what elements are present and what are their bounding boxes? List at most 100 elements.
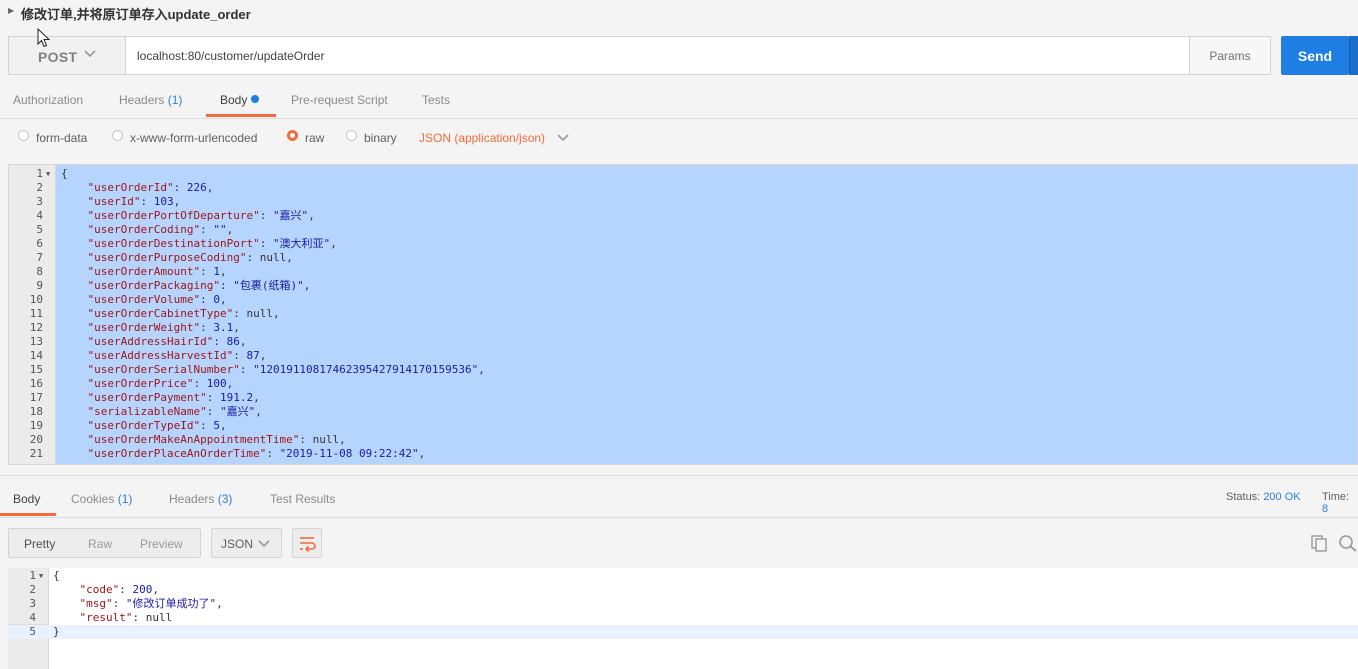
- url-input[interactable]: localhost:80/customer/updateOrder: [137, 49, 324, 63]
- code-line: 21 "userOrderPlaceAnOrderTime": "2019-11…: [9, 447, 1357, 461]
- json-brace: }: [53, 625, 60, 638]
- code-text: "userOrderPackaging": "包裹(纸箱)",: [61, 279, 311, 293]
- view-raw-button[interactable]: Raw: [88, 537, 112, 551]
- response-tabs: Body Cookies (1) Headers (3) Test Result…: [0, 484, 1358, 518]
- json-colon: :: [200, 293, 214, 306]
- json-colon: :: [112, 597, 126, 610]
- code-line: 3 "userId": 103,: [9, 195, 1357, 209]
- search-icon[interactable]: [1338, 534, 1358, 552]
- view-pretty-button[interactable]: Pretty: [24, 537, 55, 551]
- json-value: "1201911081746239542791417015953​6": [253, 363, 479, 376]
- line-number: 21: [29, 447, 43, 460]
- line-number: 5: [36, 223, 43, 236]
- json-colon: :: [233, 349, 247, 362]
- json-value: "嘉兴": [219, 405, 256, 418]
- json-comma: ,: [259, 349, 267, 362]
- fold-toggle-icon: ▼: [39, 572, 44, 580]
- response-headers-count: (3): [217, 492, 233, 506]
- line-number: 6: [36, 237, 43, 250]
- tab-response-headers[interactable]: Headers (3): [169, 492, 232, 506]
- send-dropdown-button[interactable]: [1349, 36, 1358, 75]
- json-comma: ,: [206, 181, 214, 194]
- tab-tests[interactable]: Tests: [422, 93, 450, 107]
- line-number: 13: [29, 335, 43, 348]
- code-text: "userOrderCoding": "",: [61, 223, 234, 237]
- code-line: 15 "userOrderSerialNumber": "12019110817…: [9, 363, 1357, 377]
- tab-response-body[interactable]: Body: [13, 492, 40, 506]
- json-colon: :: [132, 611, 146, 624]
- method-select[interactable]: POST: [9, 37, 126, 74]
- copy-icon[interactable]: [1310, 534, 1328, 552]
- radio-raw[interactable]: [287, 130, 298, 141]
- line-number: 2: [29, 583, 36, 596]
- json-key: "userOrderCabinetType": [87, 307, 234, 320]
- json-key: "userOrderPayment": [87, 391, 207, 404]
- code-text: "userOrderPurposeCoding": null,: [61, 251, 293, 265]
- json-value: "": [213, 223, 227, 236]
- code-line: 8 "userOrderAmount": 1,: [9, 265, 1357, 279]
- json-comma: ,: [219, 419, 227, 432]
- request-title: 修改订单,并将原订单存入update_order: [21, 7, 251, 22]
- json-key: "code": [79, 583, 120, 596]
- wrap-icon: [300, 537, 316, 553]
- tab-headers[interactable]: Headers (1): [119, 93, 182, 107]
- tab-cookies[interactable]: Cookies (1): [71, 492, 132, 506]
- request-body-editor[interactable]: 1 ▼{2 "userOrderId": 226, 3 "userId": 103,…: [8, 164, 1358, 465]
- code-text: "userOrderCabinetType": null,: [61, 307, 280, 321]
- json-colon: :: [200, 419, 214, 432]
- view-preview-button[interactable]: Preview: [140, 537, 183, 551]
- tab-test-results[interactable]: Test Results: [270, 492, 335, 506]
- json-colon: :: [206, 391, 220, 404]
- send-button[interactable]: Send: [1281, 36, 1349, 75]
- json-brace: {: [61, 167, 68, 180]
- line-number: 12: [29, 321, 43, 334]
- json-value: 5: [213, 419, 220, 432]
- code-text: "userOrderPrice": 100,: [61, 377, 234, 391]
- line-number: 7: [36, 251, 43, 264]
- code-line: 2 "code": 200,: [8, 583, 1358, 597]
- status-value: 200 OK: [1263, 491, 1301, 503]
- params-button[interactable]: Params: [1189, 37, 1270, 74]
- wrap-lines-button[interactable]: [292, 528, 322, 558]
- json-key: "msg": [79, 597, 113, 610]
- json-value: "2019-11-08 09:22:42": [279, 447, 419, 460]
- radio-binary[interactable]: [346, 130, 357, 141]
- json-comma: ,: [308, 209, 315, 222]
- collapse-caret-icon[interactable]: ▶: [8, 6, 14, 15]
- json-comma: ,: [478, 363, 485, 376]
- json-value: 1: [213, 265, 220, 278]
- line-number: 4: [29, 611, 36, 624]
- json-colon: :: [200, 321, 214, 334]
- code-text: "userOrderId": 226,: [61, 181, 214, 195]
- response-format-select[interactable]: JSON: [211, 528, 282, 558]
- tab-body[interactable]: Body: [220, 93, 260, 107]
- json-colon: :: [193, 377, 207, 390]
- radio-form-data[interactable]: [18, 130, 29, 141]
- response-body-viewer[interactable]: 1 ▼{2 "code": 200, 3 "msg": "修改订单成功了", 4 "r…: [8, 568, 1358, 669]
- radio-urlencoded[interactable]: [112, 130, 123, 141]
- line-number: 1: [36, 167, 43, 180]
- json-comma: ,: [255, 405, 262, 418]
- code-text: "userOrderVolume": 0,: [61, 293, 227, 307]
- code-text: "userOrderPayment": 191.2,: [61, 391, 260, 405]
- json-colon: :: [173, 181, 187, 194]
- tab-authorization[interactable]: Authorization: [13, 93, 83, 107]
- json-comma: ,: [330, 237, 337, 250]
- json-value: null: [246, 307, 273, 320]
- code-line: 4 "userOrderPortOfDeparture": "嘉兴",: [9, 209, 1357, 223]
- active-tab-indicator: [0, 513, 56, 516]
- line-number: 9: [36, 279, 43, 292]
- tab-pre-request-script[interactable]: Pre-request Script: [291, 93, 388, 107]
- code-text: {: [61, 167, 68, 181]
- send-label: Send: [1297, 48, 1333, 64]
- content-type-select[interactable]: JSON (application/json): [419, 131, 545, 145]
- json-key: "userOrderPlaceAnOrderTime": [87, 447, 267, 460]
- request-title-row[interactable]: ▶ 修改订单,并将原订单存入update_order: [0, 0, 1358, 26]
